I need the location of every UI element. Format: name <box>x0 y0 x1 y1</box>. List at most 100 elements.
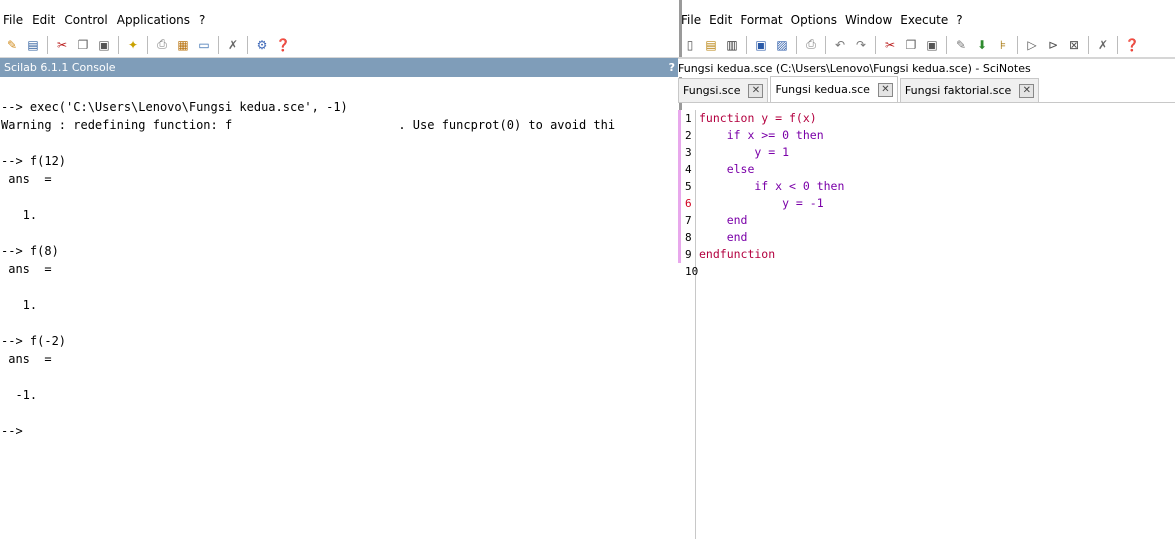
scinotes-window: File Edit Format Options Window Execute … <box>678 0 1175 539</box>
cut-icon[interactable]: ✂ <box>53 36 71 54</box>
redo-icon[interactable]: ↷ <box>852 36 870 54</box>
menu-window[interactable]: Window <box>845 13 892 27</box>
console-line: --> f(8) <box>1 244 59 258</box>
copy-icon[interactable]: ❐ <box>74 36 92 54</box>
code-line: y = -1 <box>699 196 824 210</box>
menu-options[interactable]: Options <box>791 13 837 27</box>
toolbar-separator <box>746 35 747 54</box>
paste-icon[interactable]: ▣ <box>923 36 941 54</box>
tab-fungsi-faktorial[interactable]: Fungsi faktorial.sce ✕ <box>899 78 1040 102</box>
print-icon[interactable]: ⎙ <box>153 36 171 54</box>
console-prompt[interactable]: --> <box>1 422 679 440</box>
menu-file[interactable]: File <box>3 13 23 27</box>
variable-browser-icon[interactable]: ▦ <box>174 36 192 54</box>
menu-help[interactable]: ? <box>956 13 962 27</box>
line-number: 8 <box>678 229 695 246</box>
desktop: File Edit Control Applications ? ✎ ▤ ✂ ❐… <box>0 0 1175 539</box>
run-step-icon[interactable]: ⊳ <box>1044 36 1062 54</box>
scinotes-toolbar: ▯ ▤ ▥ ▣ ▨ ⎙ ↶ ↷ ✂ ❐ ▣ ✎ ⬇ ⊧ ▷ ⊳ ⊠ ✗ ❓ <box>678 32 1175 58</box>
menu-file[interactable]: File <box>681 13 701 27</box>
menu-help[interactable]: ? <box>199 13 205 27</box>
tab-fungsi-kedua[interactable]: Fungsi kedua.sce ✕ <box>770 76 898 102</box>
console-line: --> f(12) <box>1 154 67 168</box>
toolbar-separator <box>247 35 248 54</box>
console-panel-title: Scilab 6.1.1 Console ? <box>0 58 679 77</box>
line-number: 2 <box>678 127 695 144</box>
scinotes-titlebar <box>682 0 1175 8</box>
console-titlebar <box>0 0 679 8</box>
save-icon[interactable]: ▣ <box>752 36 770 54</box>
tab-label: Fungsi faktorial.sce <box>904 84 1012 97</box>
toolbar-separator <box>147 35 148 54</box>
debug-icon[interactable]: ⊠ <box>1065 36 1083 54</box>
module-manager-icon[interactable]: ⚙ <box>253 36 271 54</box>
toolbar-separator <box>1017 35 1018 54</box>
scilab-console-window: File Edit Control Applications ? ✎ ▤ ✂ ❐… <box>0 0 679 539</box>
line-number: 6 <box>678 195 695 212</box>
new-file-icon[interactable]: ▯ <box>681 36 699 54</box>
save-as-icon[interactable]: ▨ <box>773 36 791 54</box>
line-number: 5 <box>678 178 695 195</box>
code-line: end <box>699 230 748 244</box>
console-line: Warning : redefining function: f . Use f… <box>1 118 616 132</box>
console-toolbar: ✎ ▤ ✂ ❐ ▣ ✦ ⎙ ▦ ▭ ✗ ⚙ ❓ <box>0 32 679 58</box>
console-line: ans = <box>1 352 52 366</box>
clear-console-icon[interactable]: ✦ <box>124 36 142 54</box>
find-icon[interactable]: ✎ <box>952 36 970 54</box>
line-number: 9 <box>678 246 695 263</box>
close-tab-icon[interactable]: ✕ <box>748 83 764 98</box>
tab-fungsi[interactable]: Fungsi.sce ✕ <box>678 78 769 102</box>
cut-icon[interactable]: ✂ <box>881 36 899 54</box>
toolbar-separator <box>1088 35 1089 54</box>
console-line: 1. <box>1 298 38 312</box>
scinotes-file-path: Fungsi kedua.sce (C:\Users\Lenovo\Fungsi… <box>678 58 1175 77</box>
code-area[interactable]: function y = f(x) if x >= 0 then y = 1 e… <box>696 110 844 539</box>
print-icon[interactable]: ⎙ <box>802 36 820 54</box>
menu-edit[interactable]: Edit <box>709 13 732 27</box>
undo-icon[interactable]: ↶ <box>831 36 849 54</box>
menu-execute[interactable]: Execute <box>900 13 948 27</box>
help-icon[interactable]: ❓ <box>274 36 292 54</box>
console-line: -1. <box>1 388 38 402</box>
open-folder-icon[interactable]: ▤ <box>24 36 42 54</box>
panel-help-icon[interactable]: ? <box>669 61 675 74</box>
new-script-icon[interactable]: ✎ <box>3 36 21 54</box>
code-editor[interactable]: 1 2 3 4 5 6 7 8 9 10 function y = f(x) i… <box>678 110 1175 539</box>
scinotes-menubar: File Edit Format Options Window Execute … <box>678 8 1175 32</box>
close-tab-icon[interactable]: ✕ <box>877 82 893 97</box>
line-number: 10 <box>685 265 699 278</box>
line-number: 1 <box>678 110 695 127</box>
line-number-gutter: 1 2 3 4 5 6 7 8 9 10 <box>678 110 699 539</box>
preferences-icon[interactable]: ✗ <box>224 36 242 54</box>
code-line: y = 1 <box>699 145 790 159</box>
menu-format[interactable]: Format <box>740 13 782 27</box>
open-recent-icon[interactable]: ▥ <box>723 36 741 54</box>
tab-label: Fungsi kedua.sce <box>775 83 870 96</box>
console-output[interactable]: --> exec('C:\Users\Lenovo\Fungsi kedua.s… <box>0 80 679 539</box>
run-icon[interactable]: ▷ <box>1023 36 1041 54</box>
load-into-scilab-icon[interactable]: ⬇ <box>973 36 991 54</box>
open-folder-icon[interactable]: ▤ <box>702 36 720 54</box>
toolbar-separator <box>946 35 947 54</box>
console-line: ans = <box>1 262 52 276</box>
help-icon[interactable]: ❓ <box>1123 36 1141 54</box>
execute-file-icon[interactable]: ⊧ <box>994 36 1012 54</box>
preferences-icon[interactable]: ✗ <box>1094 36 1112 54</box>
menu-control[interactable]: Control <box>64 13 107 27</box>
copy-icon[interactable]: ❐ <box>902 36 920 54</box>
close-tab-icon[interactable]: ✕ <box>1019 83 1035 98</box>
toolbar-separator <box>118 35 119 54</box>
paste-icon[interactable]: ▣ <box>95 36 113 54</box>
code-line: end <box>699 213 748 227</box>
sciNotes-icon[interactable]: ▭ <box>195 36 213 54</box>
menu-edit[interactable]: Edit <box>32 13 55 27</box>
menu-applications[interactable]: Applications <box>117 13 190 27</box>
